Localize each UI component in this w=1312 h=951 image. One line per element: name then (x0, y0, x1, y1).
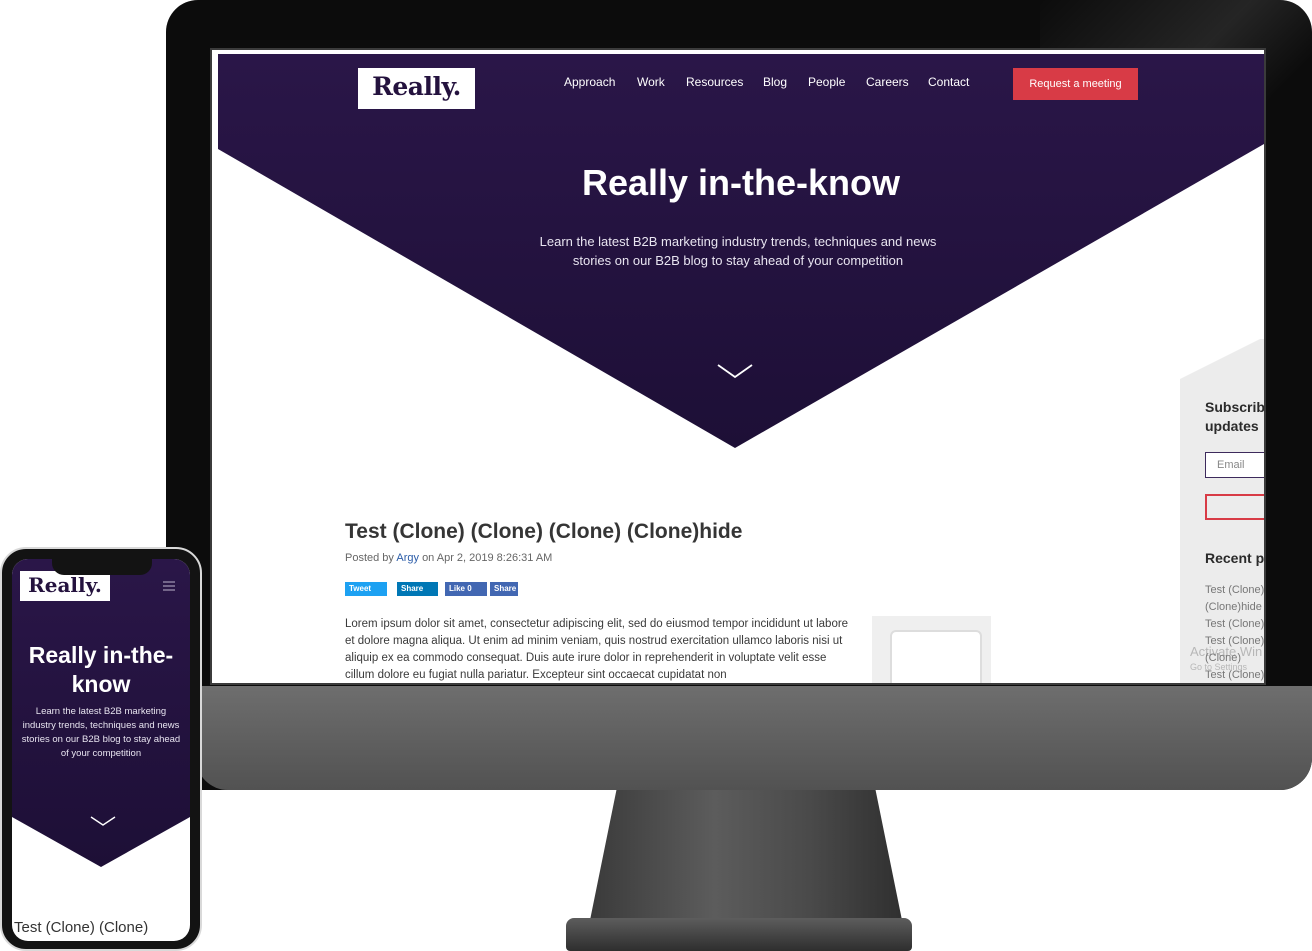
recent-post-item[interactable]: Test (Clone) (1205, 616, 1264, 633)
monitor-chin (196, 686, 1312, 790)
mobile-logo-text: Really. (28, 573, 102, 597)
facebook-like-button[interactable]: Like 0 (445, 582, 487, 596)
tweet-button[interactable]: Tweet (345, 582, 387, 596)
nav-item-contact[interactable]: Contact (928, 75, 969, 89)
phone-frame: Really. Really in-the-know Learn the lat… (0, 547, 202, 951)
facebook-share-button[interactable]: Share (490, 582, 518, 596)
nav-item-work[interactable]: Work (637, 75, 665, 89)
subscribe-heading-line2: updates (1205, 418, 1259, 434)
nav-item-careers[interactable]: Careers (866, 75, 909, 89)
hero-title: Really in-the-know (581, 162, 901, 203)
mobile-page: Really. Really in-the-know Learn the lat… (12, 559, 190, 941)
posted-by-label: Posted by (345, 552, 394, 564)
subscribe-heading: Subscrib updates (1205, 398, 1264, 436)
logo-text: Really. (372, 72, 461, 101)
monitor-base (566, 918, 912, 951)
post-image (872, 616, 991, 683)
nav-item-blog[interactable]: Blog (763, 75, 787, 89)
mobile-hero-subtitle: Learn the latest B2B marketing industry … (21, 706, 181, 759)
chevron-down-icon[interactable] (716, 362, 754, 380)
author-link[interactable]: Argy (396, 552, 419, 564)
hero-subtitle: Learn the latest B2B marketing industry … (539, 234, 937, 268)
hamburger-menu-icon[interactable] (163, 581, 175, 591)
mobile-post-title[interactable]: Test (Clone) (Clone) (14, 919, 148, 936)
nav-item-people[interactable]: People (808, 75, 845, 89)
mobile-logo[interactable]: Really. (20, 571, 110, 601)
post-date: on Apr 2, 2019 8:26:31 AM (422, 552, 553, 564)
recent-post-item[interactable]: Test (Clone) (1205, 582, 1264, 599)
recent-post-item[interactable]: (Clone)hide (1205, 599, 1264, 616)
subscribe-button[interactable] (1205, 494, 1264, 520)
mobile-hero-title: Really in-the-know (28, 642, 174, 697)
mobile-chevron-down-icon[interactable] (90, 815, 116, 827)
request-meeting-button[interactable]: Request a meeting (1013, 68, 1138, 100)
linkedin-share-button[interactable]: Share (397, 582, 438, 596)
nav-item-resources[interactable]: Resources (686, 75, 743, 89)
nav-item-approach[interactable]: Approach (564, 75, 615, 89)
tablet-image (890, 630, 982, 683)
monitor-screen: Really. Approach Work Resources Blog Peo… (210, 48, 1266, 685)
desktop-page: Really. Approach Work Resources Blog Peo… (218, 54, 1264, 683)
monitor-stand (588, 790, 904, 930)
email-field[interactable]: Email (1205, 452, 1264, 478)
post-meta: Posted by Argy on Apr 2, 2019 8:26:31 AM (345, 552, 552, 564)
logo[interactable]: Really. (358, 68, 475, 109)
activation-watermark-sub: Go to Settings (1190, 662, 1248, 672)
subscribe-heading-line1: Subscrib (1205, 399, 1264, 415)
phone-notch (52, 559, 152, 575)
recent-posts-heading: Recent p (1205, 550, 1264, 566)
post-title[interactable]: Test (Clone) (Clone) (Clone) (Clone)hide (345, 520, 742, 544)
activation-watermark: Activate Win (1190, 644, 1263, 659)
post-body: Lorem ipsum dolor sit amet, consectetur … (345, 618, 849, 681)
